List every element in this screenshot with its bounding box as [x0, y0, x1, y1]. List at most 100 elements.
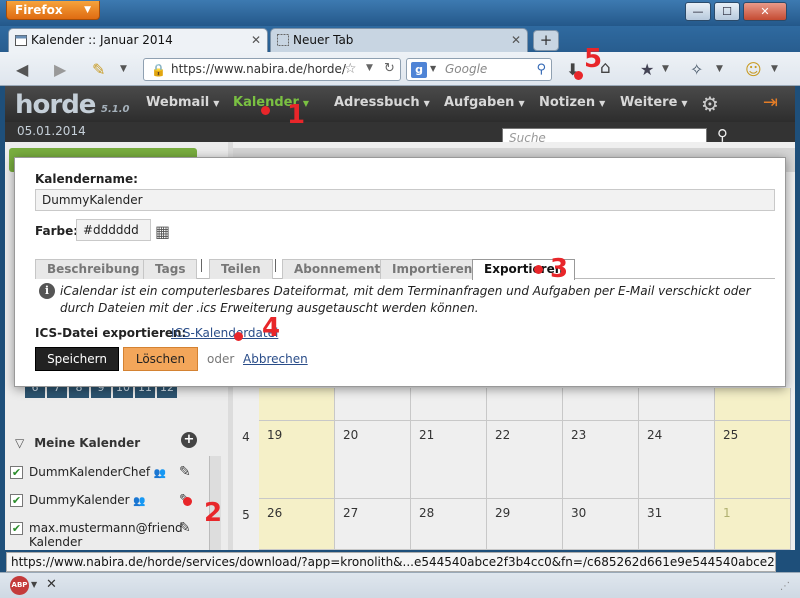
- info-icon: i: [39, 283, 55, 299]
- day-cell[interactable]: 25: [715, 421, 791, 499]
- color-input[interactable]: #dddddd: [76, 219, 151, 241]
- week-number: 4: [242, 430, 250, 444]
- collapse-triangle-icon[interactable]: ▽: [15, 436, 24, 450]
- menu-adressbuch[interactable]: Adressbuch ▼: [334, 95, 430, 110]
- calendar-name-label: Kalendername:: [35, 172, 138, 186]
- day-cell[interactable]: [411, 388, 487, 421]
- chevron-down-icon[interactable]: ▼: [430, 64, 436, 73]
- chevron-down-icon[interactable]: ▼: [120, 64, 127, 74]
- day-number: 23: [571, 428, 587, 442]
- day-number: 20: [343, 428, 359, 442]
- calendar-name-continued: Kalender: [29, 535, 83, 549]
- calendar-checkbox[interactable]: ✔: [10, 522, 23, 535]
- chevron-down-icon[interactable]: ▼: [716, 64, 723, 74]
- my-calendars-heading[interactable]: ▽ Meine Kalender: [15, 436, 140, 450]
- day-cell[interactable]: 31: [639, 499, 715, 550]
- reload-icon[interactable]: ↻: [384, 61, 395, 76]
- day-cell[interactable]: 20: [335, 421, 411, 499]
- menu-weitere[interactable]: Weitere ▼: [620, 95, 688, 110]
- day-cell[interactable]: 29: [487, 499, 563, 550]
- edit-pencil-icon[interactable]: ✎: [179, 520, 191, 536]
- menu-webmail[interactable]: Webmail ▼: [146, 95, 219, 110]
- day-cell[interactable]: 27: [335, 499, 411, 550]
- google-icon[interactable]: g: [411, 62, 427, 78]
- menu-notizen[interactable]: Notizen ▼: [539, 95, 605, 110]
- tab-importieren[interactable]: Importieren: [380, 259, 485, 279]
- day-cell[interactable]: 23: [563, 421, 639, 499]
- chevron-down-icon[interactable]: ▼: [366, 63, 373, 73]
- annotation-number-4: 4: [262, 313, 281, 343]
- day-number: 19: [267, 428, 283, 442]
- addon-bar: ABP ▼ ✕ ⋰: [0, 572, 800, 598]
- chevron-down-icon[interactable]: ▼: [771, 64, 778, 74]
- calendar-checkbox[interactable]: ✔: [10, 466, 23, 479]
- resize-grip-icon[interactable]: ⋰: [780, 581, 790, 592]
- delete-button[interactable]: Löschen: [123, 347, 198, 371]
- day-cell[interactable]: [259, 388, 335, 421]
- day-number: 31: [647, 506, 663, 520]
- minimize-button[interactable]: —: [685, 2, 711, 21]
- calendar-name: DummyKalender 👥: [29, 493, 146, 507]
- calendar-checkbox[interactable]: ✔: [10, 494, 23, 507]
- firefox-menu-button[interactable]: Firefox ▼: [6, 1, 100, 20]
- day-number: 27: [343, 506, 359, 520]
- day-cell[interactable]: 26: [259, 499, 335, 550]
- calendar-item[interactable]: ✔ DummKalenderChef 👥 ✎: [5, 462, 225, 484]
- tab-abonnement[interactable]: Abonnement: [282, 259, 393, 279]
- tab-neuer-tab[interactable]: Neuer Tab ✕: [270, 28, 528, 52]
- close-addon-bar-icon[interactable]: ✕: [46, 577, 57, 592]
- gear-icon[interactable]: ⚙: [701, 92, 719, 116]
- day-cell[interactable]: [639, 388, 715, 421]
- day-cell[interactable]: 22: [487, 421, 563, 499]
- chevron-down-icon[interactable]: ▼: [662, 64, 669, 74]
- bookmarks-menu-icon[interactable]: ★: [640, 60, 654, 79]
- annotation-dot-2: [183, 497, 192, 506]
- cancel-link[interactable]: Abbrechen: [243, 352, 308, 366]
- pencil-icon[interactable]: ✎: [92, 60, 105, 79]
- search-bar[interactable]: g ▼ Google ⚲: [406, 58, 552, 81]
- color-picker-icon[interactable]: ▦: [155, 222, 170, 241]
- day-cell[interactable]: [335, 388, 411, 421]
- annotation-dot-1: [261, 106, 270, 115]
- smiley-icon[interactable]: ☺: [745, 60, 762, 79]
- calendar-name-input[interactable]: DummyKalender: [35, 189, 775, 211]
- horde-version: 5.1.0: [101, 104, 130, 115]
- or-text: oder: [207, 352, 235, 366]
- day-cell[interactable]: 21: [411, 421, 487, 499]
- day-cell[interactable]: 30: [563, 499, 639, 550]
- day-cell[interactable]: 1: [715, 499, 791, 550]
- day-cell[interactable]: [487, 388, 563, 421]
- addon-icon[interactable]: ✧: [690, 60, 703, 79]
- url-bar[interactable]: 🔒 https://www.nabira.de/horde/ ☆ ▼ ↻: [143, 58, 401, 81]
- new-tab-button[interactable]: +: [533, 30, 559, 51]
- forward-arrow-icon[interactable]: ▶: [54, 60, 66, 79]
- calendar-item[interactable]: ✔ DummyKalender 👥 ✎: [5, 490, 225, 512]
- close-tab-icon[interactable]: ✕: [511, 29, 521, 51]
- adblock-plus-icon[interactable]: ABP: [10, 576, 29, 595]
- close-window-button[interactable]: ✕: [743, 2, 787, 21]
- back-arrow-icon[interactable]: ◀: [16, 60, 28, 79]
- logout-icon[interactable]: ⇥: [763, 92, 778, 113]
- tab-title: Kalender :: Januar 2014: [31, 33, 173, 47]
- tab-kalender[interactable]: Kalender :: Januar 2014 ✕: [8, 28, 268, 52]
- day-cell[interactable]: [715, 388, 791, 421]
- search-icon[interactable]: ⚲: [536, 62, 546, 77]
- day-cell[interactable]: 19: [259, 421, 335, 499]
- day-cell[interactable]: [563, 388, 639, 421]
- maximize-button[interactable]: ☐: [714, 2, 740, 21]
- day-cell[interactable]: 28: [411, 499, 487, 550]
- edit-pencil-icon[interactable]: ✎: [179, 464, 191, 480]
- menu-aufgaben[interactable]: Aufgaben ▼: [444, 95, 525, 110]
- tab-tags[interactable]: Tags: [143, 259, 198, 279]
- day-cell[interactable]: 24: [639, 421, 715, 499]
- tab-teilen[interactable]: Teilen: [209, 259, 273, 279]
- bookmark-star-icon[interactable]: ☆: [344, 61, 357, 77]
- tab-beschreibung[interactable]: Beschreibung: [35, 259, 152, 279]
- horde-menu-bar: horde 5.1.0 Webmail ▼ Kalender ▼ Adressbuc…: [5, 86, 795, 122]
- horde-logo[interactable]: horde: [15, 90, 96, 120]
- close-tab-icon[interactable]: ✕: [251, 29, 261, 51]
- add-calendar-icon[interactable]: +: [181, 432, 197, 448]
- chevron-down-icon[interactable]: ▼: [31, 580, 37, 589]
- save-button[interactable]: Speichern: [35, 347, 119, 371]
- annotation-number-2: 2: [204, 498, 223, 528]
